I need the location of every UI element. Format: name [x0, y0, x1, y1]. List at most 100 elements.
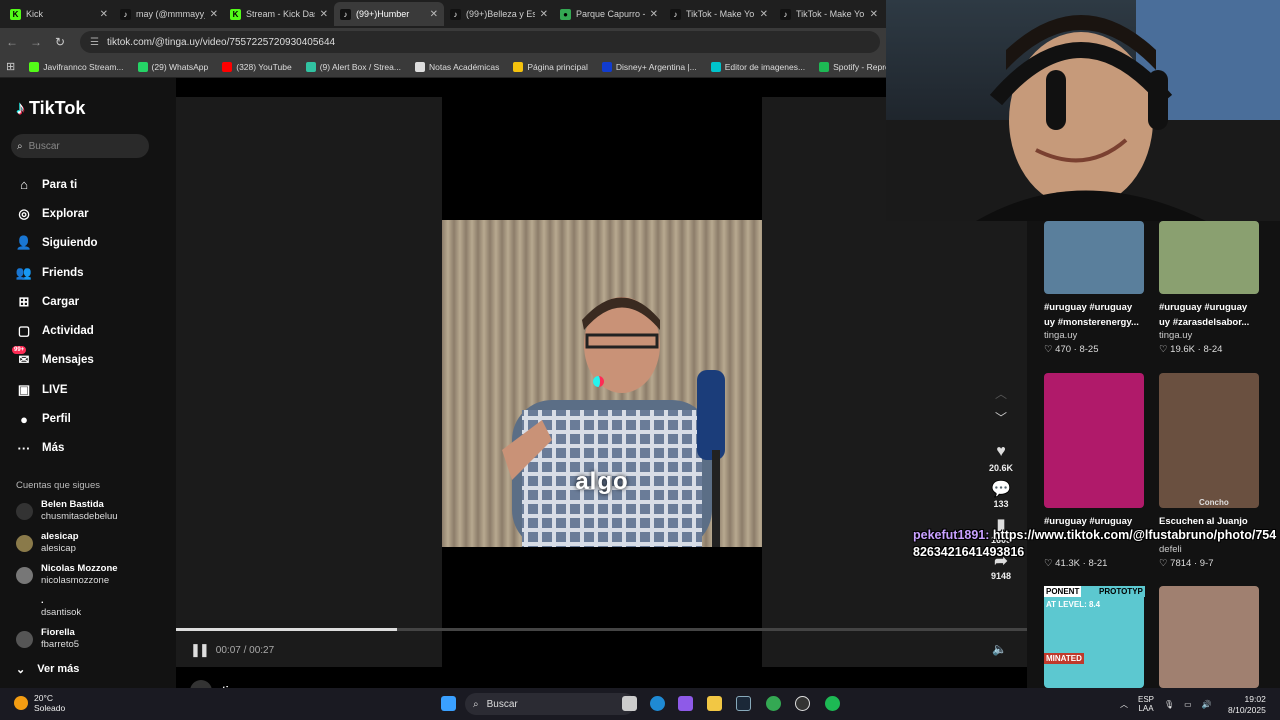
sidebar-item-cargar[interactable]: ⊞ Cargar: [16, 287, 98, 316]
sidebar-item-mensajes[interactable]: ✉ 99+ Mensajes: [12, 346, 98, 375]
sidebar-item-label: Friends: [42, 266, 84, 279]
windows-start-icon[interactable]: [441, 696, 456, 711]
tab-close-icon[interactable]: ✕: [210, 9, 218, 20]
video-thumbnail[interactable]: [1159, 373, 1259, 508]
chrome-icon[interactable]: [766, 696, 781, 711]
reload-icon[interactable]: ↻: [48, 35, 72, 49]
tab-close-icon[interactable]: ✕: [760, 9, 768, 20]
chat-username: pekefut1891:: [913, 528, 990, 542]
bookmark-item[interactable]: (9) Alert Box / Strea...: [305, 61, 401, 72]
tab-close-icon[interactable]: ✕: [430, 9, 438, 20]
bookmark-item[interactable]: Notas Académicas: [414, 61, 499, 72]
followed-account[interactable]: Belen Bastida chusmitasdebeluu: [16, 499, 118, 523]
followed-account[interactable]: . dsantisok: [16, 595, 81, 619]
lang-code: ESP: [1138, 695, 1155, 704]
home-icon: ⌂: [20, 177, 28, 193]
spotify-icon[interactable]: [825, 696, 840, 711]
video-stats: ♡ 19.6K · 8-24: [1159, 344, 1223, 355]
avatar: [16, 502, 33, 520]
bookmark-item[interactable]: Javifrannco Stream...: [29, 61, 124, 72]
previous-video-icon[interactable]: ︿: [986, 385, 1016, 409]
tab-title: Kick: [26, 9, 44, 19]
comment-button[interactable]: 💬 133: [986, 479, 1016, 509]
address-bar[interactable]: ☰ tiktok.com/@tinga.uy/video/75572257209…: [80, 31, 880, 53]
sidebar-item-ms[interactable]: ··· Más: [16, 434, 98, 463]
friends-icon: 👥: [15, 264, 33, 280]
browser-tab[interactable]: ♪ (99+)Humber ✕: [334, 2, 444, 26]
tiktok-logo[interactable]: ♪ TikTok: [16, 98, 85, 119]
back-icon[interactable]: ←: [0, 35, 24, 49]
tab-close-icon[interactable]: ✕: [650, 9, 658, 20]
sidebar-item-live[interactable]: ▣ LIVE: [16, 375, 98, 404]
followed-account[interactable]: Fiorella fbarreto5: [16, 627, 79, 651]
mic-icon[interactable]: 🎙: [1164, 700, 1174, 709]
steam-icon[interactable]: [736, 696, 751, 711]
video-caption[interactable]: #uruguay #uruguay uy #zarasdelsabor...: [1159, 300, 1277, 330]
webcam-overlay: [886, 0, 1280, 221]
taskbar-clock[interactable]: 19:02 8/10/2025: [1228, 694, 1266, 716]
followed-account[interactable]: Nicolas Mozzone nicolasmozzone: [16, 563, 118, 587]
bookmark-item[interactable]: (328) YouTube: [222, 61, 292, 72]
sidebar-item-parati[interactable]: ⌂ Para ti: [16, 170, 98, 199]
likes-count: 20.6K: [988, 463, 1014, 473]
site-info-icon[interactable]: ☰: [90, 37, 99, 48]
forward-icon[interactable]: →: [24, 35, 48, 49]
search-input[interactable]: ⌕ Buscar: [11, 134, 149, 158]
browser-tab[interactable]: K Kick ✕: [4, 2, 114, 26]
sidebar-item-label: Explorar: [42, 207, 89, 220]
caption-line: #uruguay #uruguay: [1159, 302, 1248, 313]
video-thumbnail[interactable]: [1044, 373, 1144, 508]
tab-close-icon[interactable]: ✕: [320, 9, 328, 20]
tray-chevron-icon[interactable]: ︿: [1120, 699, 1128, 710]
weather-widget[interactable]: 20°C Soleado: [14, 693, 65, 713]
video-thumbnail[interactable]: [1159, 221, 1259, 294]
video-progress-bar[interactable]: [176, 628, 1027, 631]
like-button[interactable]: ♥ 20.6K: [986, 443, 1016, 473]
bookmark-item[interactable]: (29) WhatsApp: [137, 61, 208, 72]
sidebar-item-actividad[interactable]: ▢ Actividad: [16, 316, 98, 345]
tab-favicon-icon: ♪: [780, 8, 791, 20]
browser-tab[interactable]: K Stream - Kick Das ✕: [224, 2, 334, 26]
browser-tab[interactable]: ♪ TikTok - Make Yo ✕: [774, 2, 884, 26]
task-view-icon[interactable]: [622, 696, 637, 711]
speaker-icon[interactable]: 🔊: [1202, 700, 1212, 709]
weather-condition: Soleado: [34, 703, 66, 713]
bookmark-favicon-icon: [222, 61, 233, 72]
language-indicator[interactable]: ESP LAA: [1138, 695, 1154, 713]
bookmark-item[interactable]: Disney+ Argentina |...: [601, 61, 697, 72]
thumbnail-text: PROTOTYP: [1097, 586, 1145, 597]
sidebar-item-perfil[interactable]: ● Perfil: [16, 404, 98, 433]
browser-tab[interactable]: ♪ (99+)Belleza y Est ✕: [444, 2, 554, 26]
sidebar-item-explorar[interactable]: ◎ Explorar: [16, 199, 98, 228]
file-explorer-icon[interactable]: [707, 696, 722, 711]
edge-icon[interactable]: [650, 696, 665, 711]
video-thumbnail[interactable]: [1044, 221, 1144, 294]
sidebar-item-friends[interactable]: 👥 Friends: [16, 258, 98, 287]
tab-close-icon[interactable]: ✕: [540, 9, 548, 20]
tab-close-icon[interactable]: ✕: [870, 9, 878, 20]
sidebar-item-siguiendo[interactable]: 👤 Siguiendo: [16, 229, 98, 258]
video-thumbnail[interactable]: [1159, 586, 1259, 688]
next-video-icon[interactable]: ﹀: [986, 409, 1016, 443]
account-name: Fiorella: [41, 627, 75, 638]
video-author[interactable]: tinga.uy: [1044, 330, 1077, 341]
tab-close-icon[interactable]: ✕: [100, 9, 108, 20]
bookmark-item[interactable]: Editor de imagenes...: [710, 61, 805, 72]
volume-icon[interactable]: 🔈: [992, 642, 1007, 656]
followed-account[interactable]: alesicap alesicap: [16, 531, 79, 555]
obs-icon[interactable]: [795, 696, 810, 711]
browser-tab[interactable]: ♪ TikTok - Make Yo ✕: [664, 2, 774, 26]
pause-icon[interactable]: ❚❚: [190, 642, 210, 658]
tab-title: Parque Capurro -: [576, 9, 645, 19]
bookmark-item[interactable]: Página principal: [513, 61, 588, 72]
browser-tab[interactable]: ♪ may (@mmmayy_ ✕: [114, 2, 224, 26]
video-author[interactable]: tinga.uy: [1159, 330, 1192, 341]
sidebar-menu: ⌂ Para ti ◎ Explorar 👤 Siguiendo 👥 Friends ⊞ Carg…: [12, 170, 98, 463]
see-more-button[interactable]: ⌄ Ver más: [16, 663, 79, 676]
copilot-icon[interactable]: [678, 696, 693, 711]
network-icon[interactable]: ▭: [1184, 700, 1192, 709]
apps-icon[interactable]: ⊞: [6, 60, 15, 73]
video-caption[interactable]: #uruguay #uruguay uy #monsterenergy...: [1044, 300, 1162, 330]
browser-tab[interactable]: ● Parque Capurro - ✕: [554, 2, 664, 26]
taskbar-search[interactable]: ⌕ Buscar: [465, 693, 635, 715]
